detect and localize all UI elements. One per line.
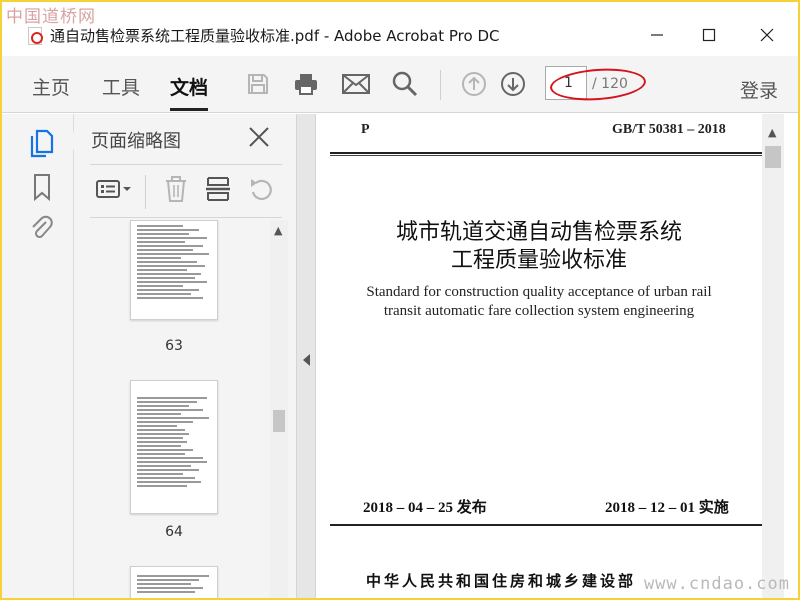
delete-pages-button[interactable] [164,175,188,203]
print-icon [295,74,317,95]
doc-publisher: 中华人民共和国住房和城乡建设部 [366,572,637,590]
doc-implement-date: 2018 – 12 – 01 实施 [605,500,729,516]
next-page-icon [501,72,525,96]
doc-english-title-line2: transit automatic fare collection system… [383,303,695,319]
thumbnail-page-number: 64 [165,524,183,540]
thumbnail-list: 63 64 [90,220,268,598]
title-bar: 通自动售检票系统工程质量验收标准.pdf - Adobe Acrobat Pro… [2,2,798,56]
document-scrollbar[interactable]: ▲ [762,114,784,598]
attachments-icon [32,215,53,239]
options-menu-icon [96,180,131,198]
window-title: 通自动售检票系统工程质量验收标准.pdf - Adobe Acrobat Pro… [50,27,500,45]
login-link[interactable]: 登录 [740,76,778,103]
navigation-rail [2,114,74,598]
delete-icon [166,176,186,202]
thumbnails-panel: 页面缩略图 63 64 ▲ [74,114,296,598]
date-rule [330,524,762,526]
print-button[interactable] [292,70,320,98]
extract-pages-button[interactable] [206,175,230,203]
bookmarks-icon [34,174,50,202]
options-menu-button[interactable] [96,175,132,203]
page-thumbnail[interactable] [130,566,218,598]
doc-header-left: P [361,122,370,137]
extract-icon [206,177,230,201]
close-icon [760,28,774,42]
panel-splitter[interactable] [296,114,316,598]
page-thumbnails-icon [30,129,54,158]
collapse-arrow-icon[interactable] [303,354,310,366]
close-icon [249,127,269,147]
scrollbar-thumb[interactable] [273,410,285,432]
app-window: 中国道桥网 通自动售检票系统工程质量验收标准.pdf - Adobe Acrob… [2,2,798,598]
scrollbar-thumb[interactable] [765,146,781,168]
toolbar-divider [440,70,441,100]
panel-toolbar-divider [145,175,146,209]
rotate-icon [251,179,272,201]
search-button[interactable] [391,70,419,98]
thumbnail-scrollbar[interactable]: ▲ [270,220,288,598]
doc-english-title-line1: Standard for construction quality accept… [366,284,712,300]
rail-selection-notch [64,132,74,150]
header-rule-thin [330,155,762,156]
page-thumbnail[interactable] [130,380,218,514]
minimize-button[interactable] [634,20,680,50]
bookmarks-button[interactable] [29,172,55,202]
pdf-file-icon [28,27,43,45]
save-button[interactable] [244,70,272,98]
watermark-bottom: www.cndao.com [643,574,790,594]
rotate-pages-button[interactable] [248,175,274,203]
tab-document[interactable]: 文档 [170,73,209,111]
thumbnail-page-number: 63 [165,338,183,354]
document-page: P GB/T 50381 – 2018 城市轨道交通自动售检票系统 工程质量验收… [316,114,762,598]
main-toolbar: 主页 工具 文档 1 / 120 登录 [2,56,798,113]
page-thumbnail[interactable] [130,220,218,320]
scroll-up-icon[interactable]: ▲ [768,126,776,139]
email-button[interactable] [342,70,370,98]
panel-title: 页面缩略图 [91,131,181,152]
maximize-button[interactable] [686,20,732,50]
next-page-button[interactable] [499,70,527,98]
minimize-icon [651,34,663,36]
save-icon [248,74,268,94]
watermark-top: 中国道桥网 [6,7,96,27]
doc-standard-number: GB/T 50381 – 2018 [612,122,726,137]
email-icon [342,74,370,94]
tab-home[interactable]: 主页 [32,73,70,111]
panel-toolbar [90,164,282,218]
close-panel-button[interactable] [248,126,272,150]
doc-issue-date: 2018 – 04 – 25 发布 [363,500,487,516]
scroll-up-icon[interactable]: ▲ [274,224,282,237]
doc-title-line2: 工程质量验收标准 [450,248,627,273]
tab-tools[interactable]: 工具 [102,73,140,111]
previous-page-button[interactable] [460,70,488,98]
previous-page-icon [462,72,486,96]
close-window-button[interactable] [744,20,790,50]
page-thumbnails-button[interactable] [29,128,55,158]
attachments-button[interactable] [29,214,55,244]
maximize-icon [702,28,716,42]
search-icon [392,71,418,97]
header-rule [330,152,762,154]
